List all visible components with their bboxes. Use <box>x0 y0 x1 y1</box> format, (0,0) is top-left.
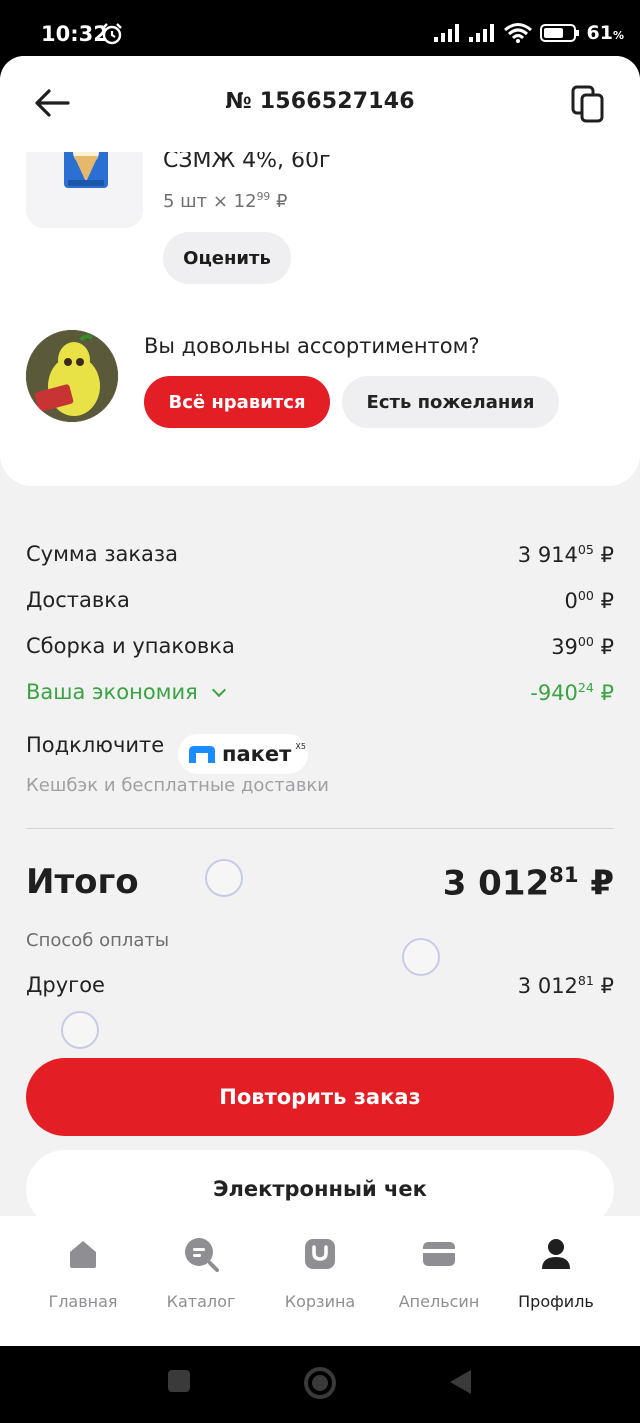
have-wishes-button[interactable]: Есть пожелания <box>342 376 559 428</box>
summary-row-packing: Сборка и упаковка 3900 ₽ <box>26 629 614 663</box>
payment-amount: 3 01281 ₽ <box>517 973 614 998</box>
order-details-screen: СЗМЖ 4%, 60г 5 шт × 1299 ₽ Оценить Вы до… <box>0 56 640 1346</box>
catalog-search-icon <box>185 1238 219 1272</box>
summary-label: Сумма заказа <box>26 542 178 566</box>
system-navigation-bar <box>0 1346 640 1423</box>
payment-method-name: Другое <box>26 973 105 997</box>
back-triangle-icon[interactable] <box>447 1368 473 1396</box>
paket-x5-mark: Х5 <box>295 741 306 751</box>
like-all-button[interactable]: Всё нравится <box>144 376 330 428</box>
cashback-subtitle: Кешбэк и бесплатные доставки <box>26 775 330 796</box>
nav-label: Главная <box>48 1292 118 1311</box>
summary-row-savings[interactable]: Ваша экономия -94024 ₽ <box>26 675 614 709</box>
home-circle-icon[interactable] <box>303 1366 337 1400</box>
signal-icon-2 <box>468 24 494 42</box>
nav-label: Корзина <box>284 1292 356 1311</box>
summary-value: 000 ₽ <box>564 587 614 613</box>
summary-label: Доставка <box>26 588 130 612</box>
assortment-question: Вы довольны ассортиментом? <box>144 334 480 358</box>
nav-item-profile[interactable]: Профиль <box>497 1234 615 1311</box>
summary-row-delivery: Доставка 000 ₽ <box>26 583 614 617</box>
paket-brand-text: пакет <box>222 742 292 766</box>
repeat-order-button[interactable]: Повторить заказ <box>26 1058 614 1136</box>
battery-level: 61% <box>586 22 624 44</box>
summary-value: 3 91405 ₽ <box>517 541 614 567</box>
nav-item-cart[interactable]: Корзина <box>261 1234 379 1311</box>
nav-label: Профиль <box>518 1292 594 1311</box>
wifi-icon <box>503 23 532 43</box>
status-icons: 61% <box>433 22 624 44</box>
savings-toggle[interactable]: Ваша экономия <box>26 680 226 704</box>
summary-value: -94024 ₽ <box>530 679 614 705</box>
status-time: 10:32 <box>41 22 108 46</box>
nav-label: Каталог <box>166 1292 236 1311</box>
touch-indicator <box>402 938 440 976</box>
profile-icon <box>542 1239 570 1269</box>
summary-row-order-sum: Сумма заказа 3 91405 ₽ <box>26 537 614 571</box>
rate-product-button[interactable]: Оценить <box>163 232 291 284</box>
alarm-icon <box>102 23 122 45</box>
header: № 1566527146 <box>0 56 640 152</box>
summary-label: Сборка и упаковка <box>26 634 235 658</box>
paket-logo-icon <box>189 746 215 763</box>
recent-apps-icon[interactable] <box>166 1368 192 1394</box>
pear-mascot-avatar <box>26 330 118 422</box>
payment-method-label: Способ оплаты <box>26 930 170 951</box>
touch-indicator <box>205 859 243 897</box>
payment-method-row: Другое 3 01281 ₽ <box>26 973 614 998</box>
home-icon <box>70 1241 96 1268</box>
bottom-navigation: Главная Каталог Корзина Апельсин Профиль <box>0 1216 640 1346</box>
product-quantity-price: 5 шт × 1299 ₽ <box>163 190 288 212</box>
cart-bag-icon <box>305 1239 335 1269</box>
divider <box>26 828 614 829</box>
touch-indicator <box>61 1011 99 1049</box>
status-bar: 10:32 61% <box>0 0 640 56</box>
copy-icon[interactable] <box>570 84 606 124</box>
nav-label: Апельсин <box>398 1292 480 1311</box>
order-number-title: № 1566527146 <box>225 89 415 114</box>
nav-item-catalog[interactable]: Каталог <box>142 1234 260 1311</box>
total-value: 3 01281 ₽ <box>442 862 614 904</box>
card-icon <box>423 1242 455 1266</box>
chevron-down-icon <box>211 682 226 698</box>
nav-item-apelsin[interactable]: Апельсин <box>380 1234 498 1311</box>
summary-value: 3900 ₽ <box>551 633 614 659</box>
nav-item-home[interactable]: Главная <box>24 1234 142 1311</box>
battery-icon <box>539 24 579 42</box>
connect-label: Подключите <box>26 733 165 757</box>
total-label: Итого <box>26 862 139 902</box>
signal-icon <box>433 24 459 42</box>
paket-subscription-badge[interactable]: пакет Х5 <box>178 734 308 774</box>
